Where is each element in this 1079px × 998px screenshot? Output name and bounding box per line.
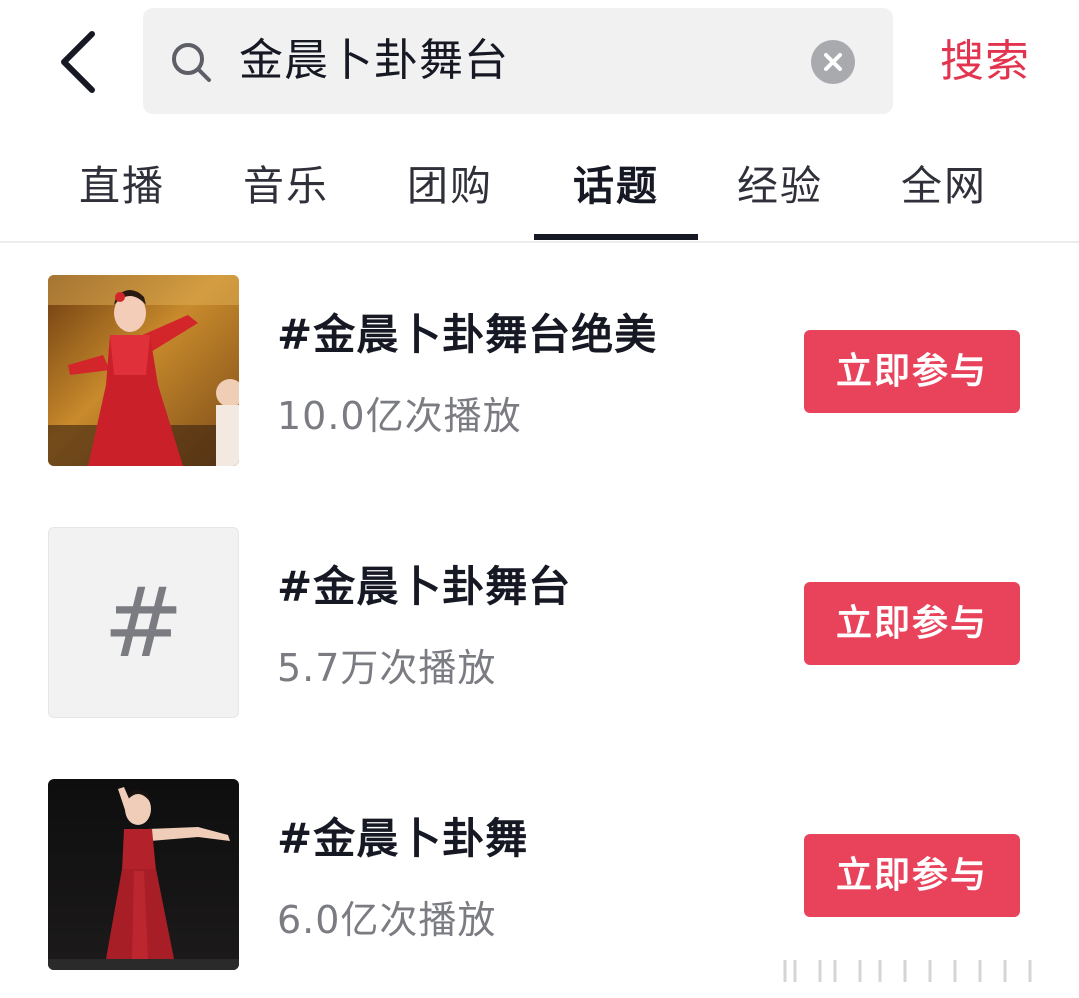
topic-play-count: 10.0亿次播放: [277, 394, 522, 438]
search-box[interactable]: 金晨卜卦舞台: [143, 8, 893, 114]
topic-title[interactable]: #金晨卜卦舞台: [277, 553, 571, 614]
active-tab-indicator: [534, 234, 698, 240]
dancer-dark-stage-image: [48, 779, 239, 970]
topic-title[interactable]: #金晨卜卦舞: [277, 805, 528, 866]
clear-search-button[interactable]: [811, 40, 855, 84]
topic-play-count: 6.0亿次播放: [277, 898, 497, 942]
topic-row[interactable]: # #金晨卜卦舞台 5.7万次播放 立即参与: [0, 527, 1079, 719]
tab-live[interactable]: 直播: [40, 140, 204, 232]
hashtag-icon: #: [103, 567, 184, 679]
tab-web[interactable]: 全网: [862, 140, 1026, 232]
topic-thumbnail[interactable]: #: [48, 527, 239, 718]
tabs-divider: [0, 241, 1079, 243]
join-topic-button[interactable]: 立即参与: [804, 582, 1020, 665]
topic-thumbnail[interactable]: [48, 275, 239, 466]
topic-thumbnail[interactable]: [48, 779, 239, 970]
tab-group-buy[interactable]: 团购: [368, 140, 532, 232]
dancer-stage-image: [48, 275, 239, 466]
category-tabs: 直播 音乐 团购 话题 经验 全网: [0, 140, 1079, 242]
back-button[interactable]: [50, 22, 120, 102]
close-icon: [824, 53, 842, 71]
tab-experience[interactable]: 经验: [698, 140, 862, 232]
topic-row[interactable]: #金晨卜卦舞台绝美 10.0亿次播放 立即参与: [0, 275, 1079, 467]
search-icon: [172, 43, 211, 82]
topic-title[interactable]: #金晨卜卦舞台绝美: [277, 301, 657, 362]
join-topic-button[interactable]: 立即参与: [804, 834, 1020, 917]
chevron-left-icon: [61, 31, 95, 93]
search-button[interactable]: 搜索: [940, 30, 1030, 94]
tab-music[interactable]: 音乐: [204, 140, 368, 232]
search-input[interactable]: 金晨卜卦舞台: [239, 8, 509, 114]
tab-topics[interactable]: 话题: [534, 140, 698, 232]
topic-play-count: 5.7万次播放: [277, 646, 497, 690]
topic-row[interactable]: #金晨卜卦舞 6.0亿次播放 立即参与: [0, 779, 1079, 971]
join-topic-button[interactable]: 立即参与: [804, 330, 1020, 413]
watermark-image: [783, 960, 1032, 982]
